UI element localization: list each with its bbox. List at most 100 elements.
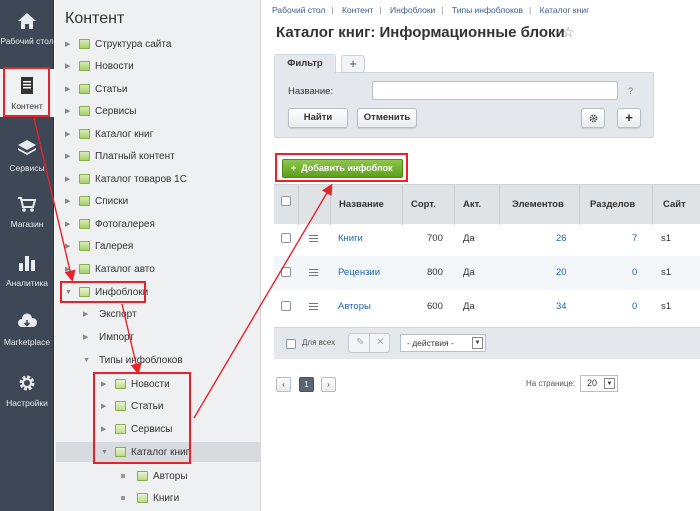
- tree-item[interactable]: ▼ Типы инфоблоков: [83, 350, 183, 370]
- tree-item[interactable]: ▶ Новости: [65, 56, 134, 76]
- tree-item-label: Импорт: [99, 331, 134, 343]
- row-elements-link[interactable]: 34: [556, 290, 567, 324]
- tree-item[interactable]: ▶ Каталог товаров 1С: [65, 169, 187, 189]
- filter-settings-button[interactable]: [581, 108, 605, 128]
- row-name-link[interactable]: Книги: [338, 222, 363, 256]
- table-row[interactable]: Авторы 600 Да 34 0 s1: [274, 290, 700, 324]
- chevron-down-icon[interactable]: ▼: [83, 357, 93, 364]
- infoblock-icon: [79, 219, 90, 229]
- filter-name-input[interactable]: [372, 81, 618, 100]
- chevron-right-icon[interactable]: ▶: [65, 85, 75, 93]
- menu-item-desktop[interactable]: Рабочий стол: [0, 10, 54, 46]
- row-active: Да: [463, 267, 475, 278]
- table-row[interactable]: Рецензии 800 Да 20 0 s1: [274, 256, 700, 290]
- menu-item-services[interactable]: Сервисы: [0, 137, 54, 173]
- delete-icon[interactable]: ✕: [376, 337, 384, 348]
- drag-handle-icon[interactable]: [309, 269, 318, 276]
- filter-tab[interactable]: Фильтр: [274, 54, 336, 73]
- find-button[interactable]: Найти: [288, 108, 348, 128]
- row-elements-link[interactable]: 20: [556, 256, 567, 290]
- next-page-button[interactable]: ›: [321, 377, 336, 392]
- chevron-right-icon[interactable]: ▶: [65, 40, 75, 48]
- chevron-right-icon[interactable]: ▶: [65, 220, 75, 228]
- prev-page-button[interactable]: ‹: [276, 377, 291, 392]
- gear-icon: [19, 375, 35, 391]
- chevron-right-icon[interactable]: ▶: [83, 333, 93, 341]
- tree-item[interactable]: ▶ Экспорт: [83, 304, 137, 324]
- row-sort: 800: [427, 267, 443, 278]
- infoblock-icon: [79, 61, 90, 71]
- chevron-down-icon[interactable]: ▼: [604, 378, 615, 389]
- row-elements-link[interactable]: 26: [556, 222, 567, 256]
- pencil-icon[interactable]: ✎: [356, 337, 364, 348]
- row-checkbox[interactable]: [281, 301, 291, 311]
- edit-divider: [369, 334, 370, 352]
- actions-select[interactable]: - действия - ▼: [400, 334, 486, 352]
- filter-add-field-button[interactable]: +: [617, 108, 641, 128]
- filter-help-icon[interactable]: ?: [628, 86, 633, 96]
- per-page-select[interactable]: 20 ▼: [580, 375, 618, 392]
- breadcrumb-separator: |: [441, 5, 444, 15]
- tree-item[interactable]: Книги: [119, 488, 179, 508]
- breadcrumb-item[interactable]: Инфоблоки: [390, 5, 435, 15]
- column-active[interactable]: Акт.: [454, 185, 499, 225]
- infoblocks-table: Название Сорт. Акт. Элементов Разделов С…: [274, 184, 700, 364]
- tree-item[interactable]: ▶ Статьи: [65, 79, 127, 99]
- row-name-link[interactable]: Авторы: [338, 290, 371, 324]
- menu-item-shop[interactable]: Магазин: [0, 193, 54, 229]
- chevron-right-icon[interactable]: ▶: [65, 242, 75, 250]
- tree-item[interactable]: ▶ Галерея: [65, 236, 133, 256]
- tree-item[interactable]: ▶ Сервисы: [65, 101, 136, 121]
- row-checkbox[interactable]: [281, 267, 291, 277]
- for-all-checkbox[interactable]: [286, 339, 296, 349]
- favorite-star-icon[interactable]: ☆: [562, 24, 575, 41]
- chevron-right-icon[interactable]: ▶: [65, 62, 75, 70]
- row-name-link[interactable]: Рецензии: [338, 256, 380, 290]
- tree-item[interactable]: ▶ Фотогалерея: [65, 214, 155, 234]
- tree-item[interactable]: ▶ Импорт: [83, 327, 134, 347]
- menu-item-settings[interactable]: Настройки: [0, 372, 54, 408]
- column-elements[interactable]: Элементов: [499, 185, 579, 225]
- tree-item[interactable]: ▶ Каталог книг: [65, 124, 153, 144]
- drag-handle-icon[interactable]: [309, 303, 318, 310]
- breadcrumb-item[interactable]: Каталог книг: [540, 5, 590, 15]
- column-site[interactable]: Сайт: [652, 185, 700, 225]
- cancel-button[interactable]: Отменить: [357, 108, 417, 128]
- chevron-right-icon[interactable]: ▶: [65, 152, 75, 160]
- row-sections-link[interactable]: 7: [632, 222, 637, 256]
- page-1-button[interactable]: 1: [299, 377, 314, 392]
- tree-item[interactable]: ▶ Списки: [65, 191, 128, 211]
- column-drag: [298, 185, 330, 225]
- tree-item[interactable]: ▶ Структура сайта: [65, 34, 171, 54]
- drag-handle-icon[interactable]: [309, 235, 318, 242]
- menu-item-analytics[interactable]: Аналитика: [0, 252, 54, 288]
- chevron-right-icon[interactable]: ▶: [65, 265, 75, 273]
- tree-item-label: Списки: [95, 195, 129, 207]
- column-sort[interactable]: Сорт.: [402, 185, 454, 225]
- table-row[interactable]: Книги 700 Да 26 7 s1: [274, 222, 700, 256]
- chevron-right-icon[interactable]: ▶: [65, 175, 75, 183]
- chevron-right-icon[interactable]: ▶: [65, 197, 75, 205]
- tree-item[interactable]: ▶ Каталог авто: [65, 259, 155, 279]
- select-all-checkbox[interactable]: [281, 196, 291, 206]
- row-site: s1: [661, 267, 672, 278]
- add-filter-tab-button[interactable]: +: [341, 55, 365, 73]
- row-sections-link[interactable]: 0: [632, 256, 637, 290]
- column-sections[interactable]: Разделов: [579, 185, 652, 225]
- chevron-down-icon[interactable]: ▼: [472, 337, 483, 349]
- tree-item[interactable]: ▶ Платный контент: [65, 146, 175, 166]
- row-checkbox[interactable]: [281, 233, 291, 243]
- breadcrumb-item[interactable]: Рабочий стол: [272, 5, 325, 15]
- tree-item-label: Типы инфоблоков: [99, 354, 183, 366]
- tree-item[interactable]: Авторы: [119, 466, 188, 486]
- breadcrumb-item[interactable]: Типы инфоблоков: [452, 5, 523, 15]
- breadcrumb-item[interactable]: Контент: [342, 5, 374, 15]
- bar-chart-icon: [19, 256, 35, 271]
- tree-item-label: Каталог авто: [95, 263, 155, 275]
- chevron-right-icon[interactable]: ▶: [83, 310, 93, 318]
- column-name[interactable]: Название: [330, 185, 402, 225]
- chevron-right-icon[interactable]: ▶: [65, 130, 75, 138]
- row-sections-link[interactable]: 0: [632, 290, 637, 324]
- chevron-right-icon[interactable]: ▶: [65, 107, 75, 115]
- menu-item-marketplace[interactable]: Marketplace: [0, 311, 54, 347]
